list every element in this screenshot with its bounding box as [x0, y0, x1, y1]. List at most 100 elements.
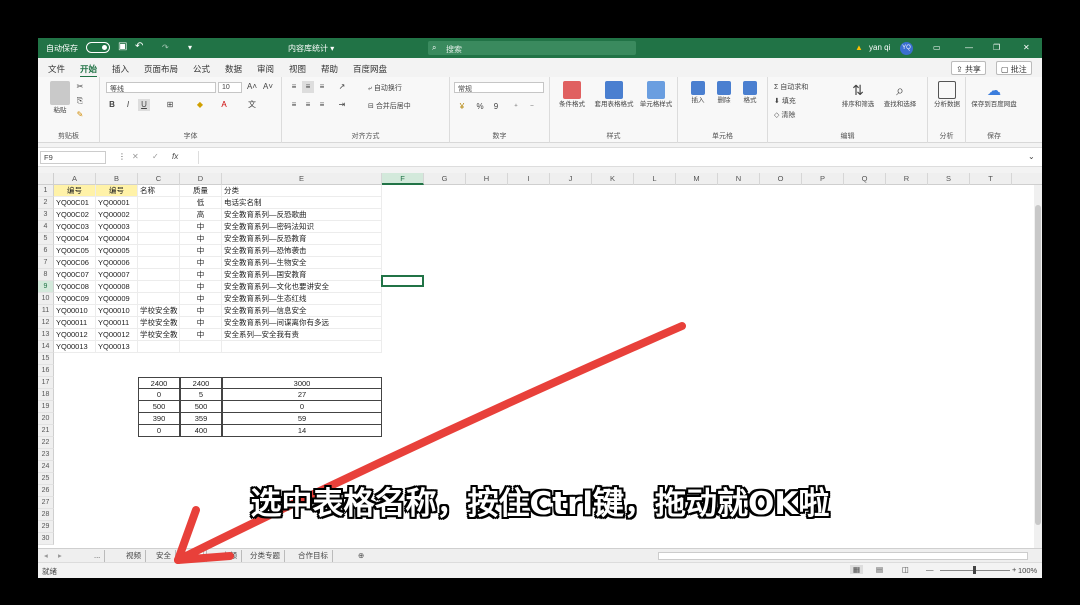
column-header-p[interactable]: P [802, 173, 844, 185]
cell-b2[interactable]: YQ00001 [96, 197, 138, 209]
row-header[interactable]: 8 [38, 269, 54, 281]
column-header-q[interactable]: Q [844, 173, 886, 185]
save-icon[interactable]: ▣ [118, 41, 127, 52]
row-header[interactable]: 16 [38, 365, 54, 377]
align-left-icon[interactable]: ≡ [288, 99, 300, 111]
cell-c3[interactable] [138, 209, 180, 221]
row-header[interactable]: 1 [38, 185, 54, 197]
font-size-select[interactable]: 10 [218, 82, 242, 93]
tab-file[interactable]: 文件 [48, 63, 65, 75]
indent-icon[interactable]: ⇥ [336, 99, 348, 111]
cell-b9[interactable]: YQ00008 [96, 281, 138, 293]
font-name-select[interactable]: 等线 [106, 82, 216, 93]
insert-function-icon[interactable]: fx [172, 152, 178, 161]
row-header[interactable]: 29 [38, 521, 54, 533]
row-header[interactable]: 17 [38, 377, 54, 389]
cell-e1[interactable]: 分类 [222, 185, 382, 197]
cut-icon[interactable]: ✂ [74, 81, 86, 93]
cell-d6[interactable]: 中 [180, 245, 222, 257]
tab-help[interactable]: 帮助 [321, 63, 338, 75]
column-header-t[interactable]: T [970, 173, 1012, 185]
table-cell-d20[interactable]: 359 [180, 413, 222, 425]
row-header[interactable]: 4 [38, 221, 54, 233]
cell-e3[interactable]: 安全教育系列—反恐歌曲 [222, 209, 382, 221]
cell-b4[interactable]: YQ00003 [96, 221, 138, 233]
table-cell-d21[interactable]: 400 [180, 425, 222, 437]
grow-font-icon[interactable]: A˄ [246, 81, 258, 93]
align-bottom-icon[interactable]: ≡ [316, 81, 328, 93]
redo-icon[interactable]: ↷ [162, 43, 169, 52]
name-box[interactable]: F9 [40, 151, 106, 164]
column-header-d[interactable]: D [180, 173, 222, 185]
warning-icon[interactable]: ▲ [855, 43, 863, 52]
zoom-slider-thumb[interactable] [973, 566, 976, 574]
number-format-select[interactable]: 常规 [454, 82, 544, 93]
cell-e8[interactable]: 安全教育系列—国安教育 [222, 269, 382, 281]
align-top-icon[interactable]: ≡ [288, 81, 300, 93]
cell-e7[interactable]: 安全教育系列—生物安全 [222, 257, 382, 269]
orientation-icon[interactable]: ↗ [336, 81, 348, 93]
vertical-scrollbar[interactable] [1034, 185, 1042, 548]
clear-button[interactable]: ◇ 清除 [774, 110, 795, 120]
customize-qat-icon[interactable]: ▾ [188, 43, 192, 52]
sheet-tab[interactable]: 合作目标 [294, 550, 333, 562]
row-header[interactable]: 7 [38, 257, 54, 269]
column-header-l[interactable]: L [634, 173, 676, 185]
column-header-g[interactable]: G [424, 173, 466, 185]
cell-a1[interactable]: 编号 [54, 185, 96, 197]
row-header[interactable]: 12 [38, 317, 54, 329]
row-header[interactable]: 18 [38, 389, 54, 401]
column-header-s[interactable]: S [928, 173, 970, 185]
format-cells-button[interactable]: 格式 [730, 81, 770, 105]
cell-d2[interactable]: 低 [180, 197, 222, 209]
cell-a13[interactable]: YQ00012 [54, 329, 96, 341]
align-right-icon[interactable]: ≡ [316, 99, 328, 111]
currency-icon[interactable]: ¥ [456, 101, 468, 113]
row-header[interactable]: 24 [38, 461, 54, 473]
zoom-out-icon[interactable]: — [926, 565, 934, 574]
horizontal-scrollbar[interactable] [658, 552, 1028, 560]
cell-d13[interactable]: 中 [180, 329, 222, 341]
undo-icon[interactable]: ↶ [135, 41, 143, 52]
column-header-o[interactable]: O [760, 173, 802, 185]
cell-a4[interactable]: YQ00C03 [54, 221, 96, 233]
sheet-tab[interactable]: 音频 [218, 550, 242, 562]
tab-data[interactable]: 数据 [225, 63, 242, 75]
cell-a6[interactable]: YQ00C05 [54, 245, 96, 257]
select-all-corner[interactable] [38, 173, 54, 185]
row-header[interactable]: 28 [38, 509, 54, 521]
table-cell-c20[interactable]: 390 [138, 413, 180, 425]
column-header-j[interactable]: J [550, 173, 592, 185]
column-header-i[interactable]: I [508, 173, 550, 185]
underline-icon[interactable]: U [138, 99, 150, 111]
cell-b5[interactable]: YQ00004 [96, 233, 138, 245]
row-header[interactable]: 21 [38, 425, 54, 437]
row-header[interactable]: 2 [38, 197, 54, 209]
row-header[interactable]: 19 [38, 401, 54, 413]
table-cell-c19[interactable]: 500 [138, 401, 180, 413]
tab-formulas[interactable]: 公式 [193, 63, 210, 75]
cell-c12[interactable]: 学校安全教 [138, 317, 180, 329]
cell-a12[interactable]: YQ00011 [54, 317, 96, 329]
expand-formula-icon[interactable]: ⌄ [1028, 152, 1035, 161]
find-select-button[interactable]: ⌕ 查找和选择 [880, 81, 920, 109]
tab-baidu-netdisk[interactable]: 百度网盘 [353, 63, 387, 75]
cell-e11[interactable]: 安全教育系列—信息安全 [222, 305, 382, 317]
cell-b7[interactable]: YQ00006 [96, 257, 138, 269]
cell-c14[interactable] [138, 341, 180, 353]
ribbon-display-icon[interactable]: ▭ [933, 43, 941, 52]
cell-e10[interactable]: 安全教育系列—生态红线 [222, 293, 382, 305]
cell-e2[interactable]: 电话实名制 [222, 197, 382, 209]
cell-a3[interactable]: YQ00C02 [54, 209, 96, 221]
percent-icon[interactable]: % [474, 101, 486, 113]
italic-icon[interactable]: I [122, 99, 134, 111]
row-header[interactable]: 22 [38, 437, 54, 449]
search-box[interactable]: ⌕ 搜索 [428, 41, 636, 55]
cell-a7[interactable]: YQ00C06 [54, 257, 96, 269]
cell-e6[interactable]: 安全教育系列—恐怖袭击 [222, 245, 382, 257]
merge-center-button[interactable]: ⊟ 合并后居中 [368, 101, 411, 111]
cell-a14[interactable]: YQ00013 [54, 341, 96, 353]
zoom-level[interactable]: 100% [1018, 566, 1037, 575]
cell-d9[interactable]: 中 [180, 281, 222, 293]
user-name[interactable]: yan qi [869, 43, 890, 52]
